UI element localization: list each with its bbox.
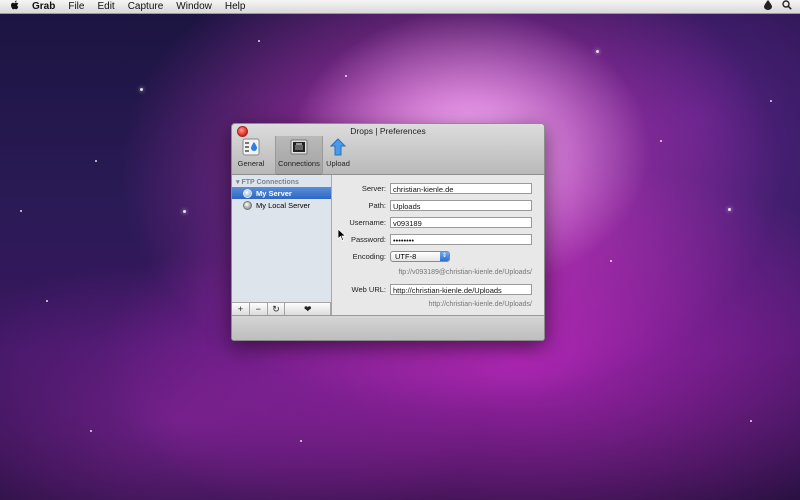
add-connection-button[interactable]: + — [232, 303, 250, 315]
menu-window[interactable]: Window — [176, 1, 212, 12]
sidebar-group-label: FTP Connections — [241, 179, 299, 186]
encoding-label: Encoding: — [352, 252, 386, 261]
apple-menu-icon[interactable] — [10, 0, 22, 14]
weburl-label: Web URL: — [351, 285, 386, 294]
path-label: Path: — [368, 201, 386, 210]
spotlight-search-icon[interactable] — [782, 0, 792, 13]
sidebar-item-my-server[interactable]: My Server — [232, 187, 331, 199]
username-label: Username: — [349, 218, 386, 227]
sidebar-item-label: My Server — [256, 188, 292, 198]
general-icon — [242, 138, 260, 156]
star — [95, 160, 97, 162]
star — [345, 75, 347, 77]
connections-sidebar: ▾ FTP Connections My Server My Local Ser… — [232, 175, 332, 302]
password-row: Password: •••••••• — [332, 234, 532, 245]
sidebar-group-ftp[interactable]: ▾ FTP Connections — [236, 178, 331, 187]
path-row: Path: Uploads — [332, 200, 532, 211]
star — [660, 140, 662, 142]
menu-file[interactable]: File — [68, 1, 84, 12]
star — [770, 100, 772, 102]
star — [300, 440, 302, 442]
window-titlebar: Drops | Preferences General Connections … — [232, 124, 544, 175]
star — [140, 88, 143, 91]
server-label: Server: — [361, 184, 386, 193]
connections-icon — [290, 138, 308, 156]
path-field[interactable]: Uploads — [390, 200, 532, 211]
select-arrows-icon: ⇕ — [440, 252, 449, 261]
menu-help[interactable]: Help — [225, 1, 246, 12]
server-row: Server: christian-kienle.de — [332, 183, 532, 194]
menu-bar: Grab File Edit Capture Window Help — [0, 0, 800, 14]
toolbar-connections-label: Connections — [278, 159, 320, 168]
toolbar-general-label: General — [237, 159, 265, 168]
star — [90, 430, 92, 432]
mouse-cursor-icon — [337, 228, 347, 246]
menu-capture[interactable]: Capture — [128, 1, 164, 12]
refresh-button[interactable]: ↻ — [268, 303, 286, 315]
encoding-value: UTF-8 — [395, 252, 417, 261]
menu-edit[interactable]: Edit — [97, 1, 114, 12]
username-field[interactable]: v093189 — [390, 217, 532, 228]
server-icon — [243, 200, 252, 210]
encoding-row: Encoding: UTF-8 ⇕ — [332, 251, 450, 262]
star — [46, 300, 48, 302]
toolbar-upload-label: Upload — [326, 159, 350, 168]
encoding-select[interactable]: UTF-8 ⇕ — [390, 251, 450, 262]
star — [728, 208, 731, 211]
sidebar-item-label: My Local Server — [256, 200, 311, 210]
star — [750, 420, 752, 422]
sidebar-button-bar: + − ↻ ❤ — [232, 302, 332, 315]
window-bottom-bar — [232, 315, 544, 340]
connection-form: Server: christian-kienle.de Path: Upload… — [332, 175, 544, 315]
ftp-url-preview: ftp://v093189@christian-kienle.de/Upload… — [398, 269, 532, 276]
star — [20, 210, 22, 212]
server-icon — [243, 188, 252, 198]
weburl-row: Web URL: http://christian-kienle.de/Uplo… — [332, 284, 532, 295]
star — [183, 210, 186, 213]
menu-app-name[interactable]: Grab — [32, 1, 55, 12]
favorite-button[interactable]: ❤ — [285, 303, 332, 315]
weburl-preview: http://christian-kienle.de/Uploads/ — [428, 301, 533, 308]
weburl-field[interactable]: http://christian-kienle.de/Uploads — [390, 284, 532, 295]
server-field[interactable]: christian-kienle.de — [390, 183, 532, 194]
star — [596, 50, 599, 53]
preferences-window: Drops | Preferences General Connections … — [231, 123, 545, 341]
remove-connection-button[interactable]: − — [250, 303, 268, 315]
toolbar-upload-button[interactable]: Upload — [324, 138, 352, 168]
toolbar-general-button[interactable]: General — [235, 138, 267, 168]
password-field[interactable]: •••••••• — [390, 234, 532, 245]
sidebar-item-my-local-server[interactable]: My Local Server — [232, 199, 331, 211]
username-row: Username: v093189 — [332, 217, 532, 228]
drops-status-icon[interactable] — [764, 0, 772, 13]
upload-icon — [329, 138, 347, 156]
star — [610, 260, 612, 262]
toolbar-connections-button[interactable]: Connections — [275, 136, 323, 175]
window-title: Drops | Preferences — [350, 126, 426, 136]
star — [258, 40, 260, 42]
